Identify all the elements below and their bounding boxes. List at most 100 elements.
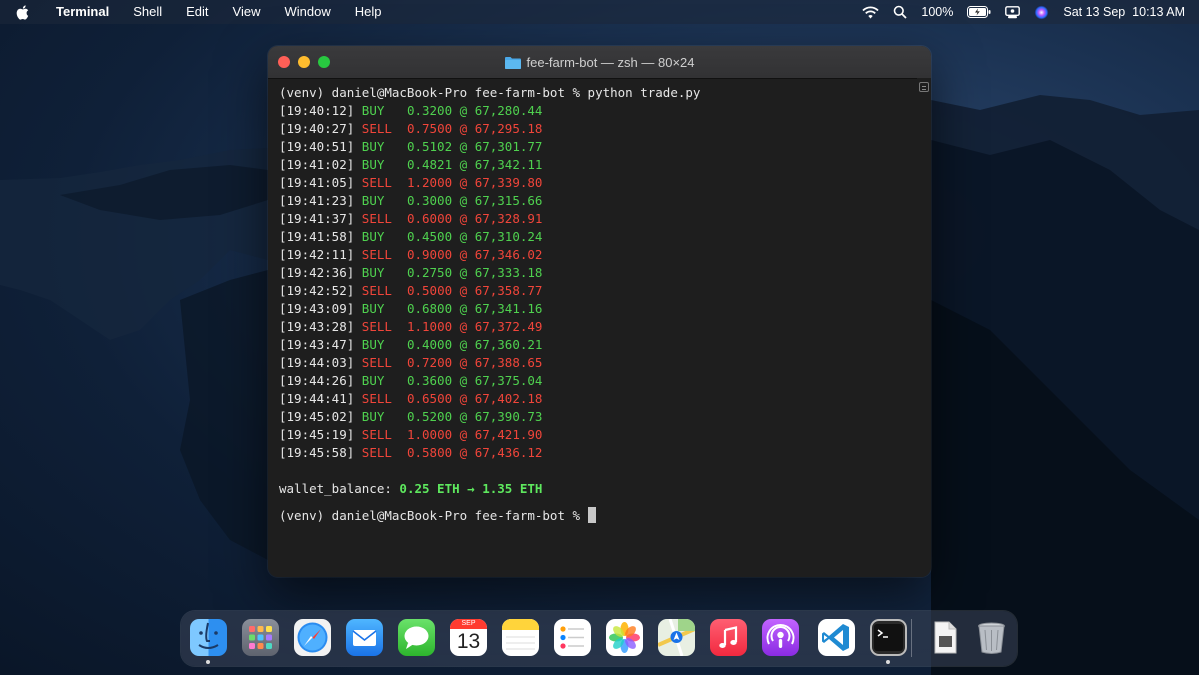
trade-time: [19:45:58] — [279, 445, 355, 460]
trade-qty: 0.5800 — [406, 445, 453, 460]
trade-side: BUY — [361, 103, 385, 118]
battery-icon[interactable] — [967, 6, 991, 18]
trade-qty: 1.1000 — [406, 319, 453, 334]
reminders-icon[interactable] — [554, 619, 591, 656]
trade-row: [19:45:19] SELL 1.0000 @ 67,421.90 — [279, 427, 543, 442]
trade-price: 67,333.18 — [474, 265, 543, 280]
trade-log: [19:40:12] BUY 0.3200 @ 67,280.44 [19:40:… — [279, 102, 909, 462]
prompt-line[interactable]: (venv) daniel@MacBook-Pro fee-farm-bot % — [279, 507, 909, 525]
trade-row: [19:41:58] BUY 0.4500 @ 67,310.24 — [279, 229, 543, 244]
trade-time: [19:43:47] — [279, 337, 355, 352]
trade-qty: 0.3200 — [406, 103, 453, 118]
trade-side: SELL — [361, 355, 392, 370]
siri-icon[interactable] — [1034, 5, 1049, 20]
menu-shell[interactable]: Shell — [121, 0, 174, 24]
trade-row: [19:45:58] SELL 0.5800 @ 67,436.12 — [279, 445, 543, 460]
trade-time: [19:41:05] — [279, 175, 355, 190]
trade-price: 67,342.11 — [474, 157, 543, 172]
terminal-output[interactable]: (venv) daniel@MacBook-Pro fee-farm-bot %… — [279, 84, 909, 525]
trade-price: 67,341.16 — [474, 301, 543, 316]
terminal-app-icon[interactable] — [870, 619, 907, 656]
trade-time: [19:40:12] — [279, 103, 355, 118]
notes-icon[interactable] — [502, 619, 539, 656]
finder-icon[interactable] — [190, 619, 227, 656]
trade-row: [19:41:37] SELL 0.6000 @ 67,328.91 — [279, 211, 543, 226]
trade-qty: 0.4500 — [406, 229, 453, 244]
trade-time: [19:44:26] — [279, 373, 355, 388]
messages-icon[interactable] — [398, 619, 435, 656]
trade-time: [19:42:52] — [279, 283, 355, 298]
document-icon[interactable] — [926, 619, 963, 656]
trade-qty: 0.5000 — [406, 283, 453, 298]
battery-percent: 100% — [921, 5, 954, 19]
mail-icon[interactable] — [346, 619, 383, 656]
wifi-icon[interactable] — [862, 6, 880, 19]
trade-time: [19:41:23] — [279, 193, 355, 208]
trade-side: BUY — [361, 139, 385, 154]
menu-help[interactable]: Help — [343, 0, 394, 24]
podcasts-icon[interactable] — [762, 619, 799, 656]
trade-qty: 0.3600 — [406, 373, 453, 388]
music-icon[interactable] — [710, 619, 747, 656]
safari-icon[interactable] — [294, 619, 331, 656]
trade-time: [19:45:19] — [279, 427, 355, 442]
trash-icon[interactable] — [973, 619, 1010, 656]
trade-price: 67,280.44 — [474, 103, 543, 118]
search-icon[interactable] — [893, 5, 908, 19]
trade-side: BUY — [361, 265, 385, 280]
trade-time: [19:41:02] — [279, 157, 355, 172]
trade-side: SELL — [361, 319, 392, 334]
trade-price: 67,372.49 — [474, 319, 543, 334]
trade-price: 67,339.80 — [474, 175, 543, 190]
trade-qty: 0.7500 — [406, 121, 453, 136]
maps-icon[interactable] — [658, 619, 695, 656]
menu-edit[interactable]: Edit — [174, 0, 220, 24]
dock: SEP 13 — [181, 611, 1017, 666]
trade-row: [19:42:36] BUY 0.2750 @ 67,333.18 — [279, 265, 543, 280]
trade-side: SELL — [361, 427, 392, 442]
trade-qty: 0.3000 — [406, 193, 453, 208]
trade-row: [19:44:03] SELL 0.7200 @ 67,388.65 — [279, 355, 543, 370]
trade-side: SELL — [361, 175, 392, 190]
trade-qty: 0.9000 — [406, 247, 453, 262]
vscode-icon[interactable] — [818, 619, 855, 656]
trade-row: [19:45:02] BUY 0.5200 @ 67,390.73 — [279, 409, 543, 424]
menu-datetime[interactable]: Sat 13 Sep 10:13 AM — [1063, 5, 1185, 19]
window-title: fee-farm-bot — zsh — 80×24 — [268, 46, 931, 78]
trade-qty: 0.2750 — [406, 265, 453, 280]
trade-row: [19:44:26] BUY 0.3600 @ 67,375.04 — [279, 373, 543, 388]
trade-row: [19:44:41] SELL 0.6500 @ 67,402.18 — [279, 391, 543, 406]
finder-running-dot — [206, 660, 210, 664]
trade-row: [19:43:09] BUY 0.6800 @ 67,341.16 — [279, 301, 543, 316]
trade-qty: 0.4000 — [406, 337, 453, 352]
menu-window[interactable]: Window — [273, 0, 343, 24]
trade-time: [19:43:09] — [279, 301, 355, 316]
trade-side: SELL — [361, 211, 392, 226]
trade-qty: 0.6000 — [406, 211, 453, 226]
trade-row: [19:41:23] BUY 0.3000 @ 67,315.66 — [279, 193, 543, 208]
trade-price: 67,301.77 — [474, 139, 543, 154]
photos-icon[interactable] — [606, 619, 643, 656]
trade-row: [19:43:28] SELL 1.1000 @ 67,372.49 — [279, 319, 543, 334]
trade-row: [19:43:47] BUY 0.4000 @ 67,360.21 — [279, 337, 543, 352]
scrollbar[interactable] — [917, 78, 931, 577]
terminal-window: fee-farm-bot — zsh — 80×24 (venv) daniel… — [268, 46, 931, 577]
control-center-icon[interactable] — [1005, 5, 1021, 19]
title-bar[interactable]: fee-farm-bot — zsh — 80×24 — [268, 46, 931, 79]
menu-view[interactable]: View — [221, 0, 273, 24]
trade-side: BUY — [361, 229, 385, 244]
scroll-marker-icon[interactable] — [919, 82, 929, 92]
apple-menu-icon[interactable] — [16, 4, 30, 20]
trade-time: [19:45:02] — [279, 409, 355, 424]
trade-qty: 1.2000 — [406, 175, 453, 190]
trade-side: SELL — [361, 391, 392, 406]
dock-separator — [911, 619, 912, 657]
trade-price: 67,421.90 — [474, 427, 543, 442]
trade-row: [19:42:11] SELL 0.9000 @ 67,346.02 — [279, 247, 543, 262]
trade-side: SELL — [361, 247, 392, 262]
trade-qty: 0.7200 — [406, 355, 453, 370]
menu-app-name[interactable]: Terminal — [50, 0, 121, 24]
calendar-icon[interactable]: SEP 13 — [450, 619, 487, 656]
launchpad-icon[interactable] — [242, 619, 279, 656]
trade-price: 67,402.18 — [474, 391, 543, 406]
